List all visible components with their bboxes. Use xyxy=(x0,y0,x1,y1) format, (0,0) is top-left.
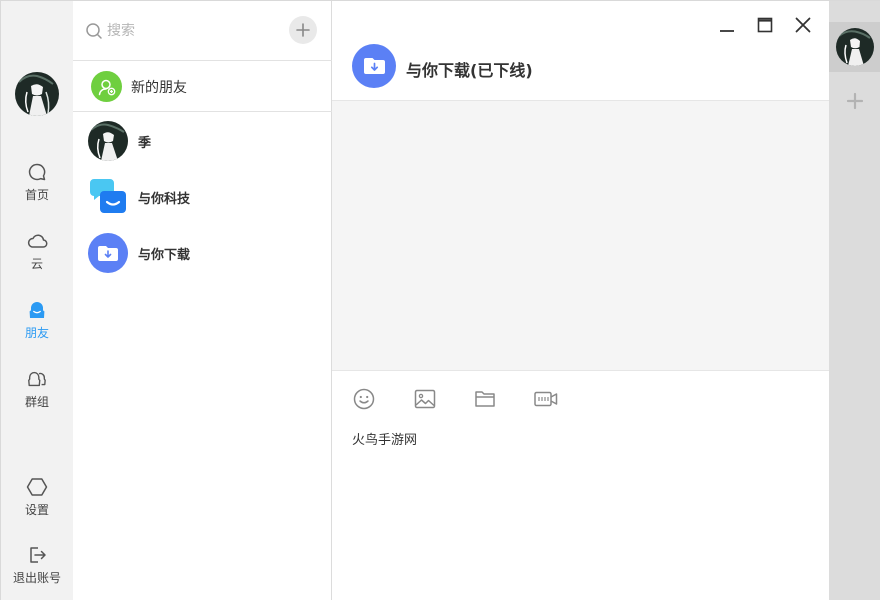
video-button[interactable] xyxy=(533,386,559,412)
chat-panel: 与你下载(已下线) 火鸟手游网 xyxy=(332,1,829,600)
new-friends-item[interactable]: 新的朋友 xyxy=(73,61,332,112)
image-button[interactable] xyxy=(412,386,438,412)
app-window: 首页 云 朋友 群组 设置 退出账号 搜索 新的朋友 季 与你科技 与你下载 与… xyxy=(0,0,880,600)
chat-bubble-icon xyxy=(26,161,48,183)
plus-icon xyxy=(846,92,864,110)
contact-name: 与你下载 xyxy=(138,248,191,263)
nav-cloud[interactable]: 云 xyxy=(1,230,73,290)
chat-title: 与你下载(已下线) xyxy=(406,61,533,80)
contact-item-ji[interactable]: 季 xyxy=(73,113,332,169)
message-area[interactable] xyxy=(332,101,829,371)
user-photo-avatar xyxy=(88,121,128,161)
plus-icon xyxy=(296,23,310,37)
nav-home-label: 首页 xyxy=(24,188,49,202)
nav-settings[interactable]: 设置 xyxy=(1,476,73,536)
chat-contact-avatar xyxy=(352,44,396,88)
friend-icon xyxy=(26,299,48,321)
minimize-icon xyxy=(720,30,734,32)
user-avatar[interactable] xyxy=(15,72,59,116)
image-icon xyxy=(414,389,436,409)
session-strip xyxy=(829,1,880,600)
new-friends-label: 新的朋友 xyxy=(131,80,187,96)
contact-item-yuni-tech[interactable]: 与你科技 xyxy=(73,169,332,225)
compose-toolbar xyxy=(332,383,829,415)
folder-download-avatar xyxy=(88,233,128,273)
maximize-icon xyxy=(757,17,773,33)
nav-settings-label: 设置 xyxy=(24,503,49,517)
minimize-button[interactable] xyxy=(715,13,739,37)
nav-logout[interactable]: 退出账号 xyxy=(1,544,73,600)
session-avatar[interactable] xyxy=(836,28,874,66)
new-friend-icon xyxy=(91,71,122,102)
search-input[interactable] xyxy=(107,19,277,43)
nav-friends[interactable]: 朋友 xyxy=(1,299,73,359)
logout-icon xyxy=(26,544,48,566)
contact-name: 季 xyxy=(138,136,152,151)
maximize-button[interactable] xyxy=(753,13,777,37)
nav-home[interactable]: 首页 xyxy=(1,161,73,221)
emoji-button[interactable] xyxy=(351,386,377,412)
contact-item-yuni-download[interactable]: 与你下载 xyxy=(73,225,332,281)
message-input[interactable]: 火鸟手游网 xyxy=(352,429,812,589)
left-nav: 首页 云 朋友 群组 设置 退出账号 xyxy=(1,1,73,600)
search-icon xyxy=(85,22,103,40)
group-icon xyxy=(26,368,48,390)
cloud-icon xyxy=(26,230,48,252)
nav-cloud-label: 云 xyxy=(30,257,43,271)
strip-add-button[interactable] xyxy=(845,91,865,111)
close-icon xyxy=(795,17,811,33)
hexagon-settings-icon xyxy=(26,476,48,498)
chat-header: 与你下载(已下线) xyxy=(332,1,829,101)
file-button[interactable] xyxy=(472,386,498,412)
contact-list-panel: 新的朋友 季 与你科技 xyxy=(73,1,332,600)
search-bar xyxy=(73,1,332,61)
add-contact-button[interactable] xyxy=(289,16,317,44)
contact-name: 与你科技 xyxy=(138,192,191,207)
chat-bubbles-avatar xyxy=(88,177,128,217)
nav-groups[interactable]: 群组 xyxy=(1,368,73,428)
folder-download-icon xyxy=(364,58,385,74)
emoji-icon xyxy=(353,388,375,410)
video-icon xyxy=(534,391,558,407)
nav-logout-label: 退出账号 xyxy=(12,571,61,585)
nav-groups-label: 群组 xyxy=(24,395,49,409)
close-button[interactable] xyxy=(791,13,815,37)
folder-icon xyxy=(475,391,495,407)
nav-friends-label: 朋友 xyxy=(24,326,49,340)
